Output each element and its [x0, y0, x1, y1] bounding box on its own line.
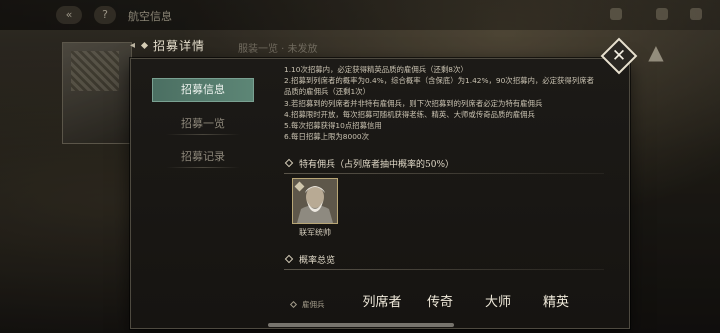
divider — [284, 173, 604, 174]
divider — [284, 269, 604, 270]
featured-section-header: 特有佣兵（占列席者抽中概率的50%） — [284, 156, 604, 174]
column-header: 大师 — [484, 295, 511, 310]
side-nav: 招募信息 招募一览 招募记录 — [152, 78, 254, 179]
rule-line: 4.招募限时开放，每次招募可随机获得老练、精英、大师或传奇品质的雇佣兵 — [284, 109, 535, 119]
tab-recruit-info[interactable]: 招募信息 — [152, 78, 254, 102]
title-chevron-icon: ◂ — [130, 39, 137, 51]
rule-line: 2.招募到列席者的概率为0.4%，综合概率（含保底）为1.42%，90次招募内，… — [284, 76, 594, 86]
tab-recruit-history[interactable]: 招募记录 — [152, 146, 254, 168]
tab-label: 招募信息 — [181, 83, 225, 96]
tab-label: 招募记录 — [181, 150, 225, 163]
column-header: 精英 — [542, 295, 569, 310]
close-icon: ✕ — [611, 46, 627, 66]
mercenary-name: 联军统帅 — [299, 228, 331, 237]
modal-title: ◂ 招募详情 — [130, 36, 205, 54]
probability-heading: 概率总览 — [299, 255, 336, 266]
row-label-text: 雇佣兵 — [302, 300, 325, 309]
title-diamond-icon — [140, 41, 149, 49]
rule-line: 1.10次招募内，必定获得精英品质的雇佣兵（还剩8次） — [284, 65, 468, 74]
mercenary-card[interactable] — [292, 178, 338, 224]
featured-heading: 特有佣兵（占列席者抽中概率的50%） — [299, 159, 455, 170]
column-header: 列席者 — [362, 295, 402, 310]
section-diamond-icon — [284, 254, 294, 264]
mercenary-portrait — [293, 179, 337, 223]
rule-line: 5.每次招募获得10点招募信用 — [284, 121, 382, 131]
row-diamond-icon — [289, 300, 298, 309]
section-diamond-icon — [284, 158, 294, 168]
recruit-rules: 1.10次招募内，必定获得精英品质的雇佣兵（还剩8次） 2.招募到列席者的概率为… — [284, 64, 604, 142]
rule-line: 3.若招募到的列席者并非特有雇佣兵，则下次招募到的列席者必定为特有雇佣兵 — [284, 98, 543, 108]
row-label: 雇佣兵 — [289, 299, 325, 310]
column-header: 传奇 — [426, 295, 453, 310]
rule-line: 6.每日招募上限为8000次 — [284, 132, 369, 142]
tab-recruit-list[interactable]: 招募一览 — [152, 113, 254, 135]
tab-label: 招募一览 — [181, 117, 225, 130]
home-indicator[interactable] — [268, 323, 454, 327]
modal-title-text: 招募详情 — [153, 38, 206, 53]
rule-line: 品质的雇佣兵（还剩1次） — [284, 87, 371, 97]
probability-section-header: 概率总览 — [284, 252, 604, 270]
